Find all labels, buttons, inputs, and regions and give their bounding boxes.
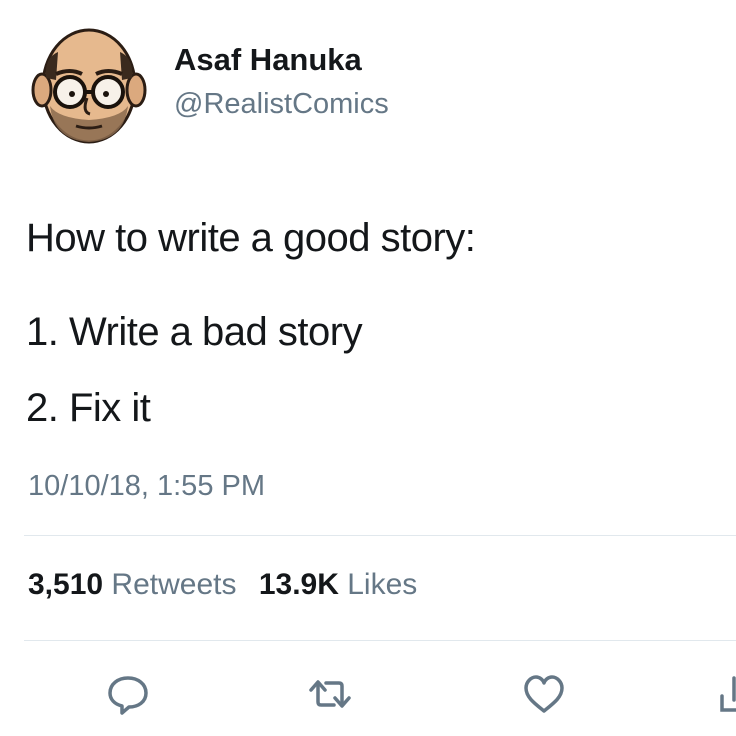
likes-label[interactable]: Likes	[347, 568, 417, 601]
reply-button[interactable]	[104, 670, 152, 718]
like-button[interactable]	[520, 670, 568, 718]
share-button[interactable]	[716, 670, 736, 718]
likes-count[interactable]: 13.9K	[259, 568, 339, 601]
tweet-text-line: 2. Fix it	[26, 386, 151, 430]
tweet-text-line: How to write a good story:	[26, 216, 476, 260]
author-name[interactable]: Asaf Hanuka	[174, 42, 362, 78]
tweet-stats: 3,510 Retweets 13.9K Likes	[28, 568, 431, 602]
like-heart-icon	[524, 675, 564, 713]
divider	[24, 640, 736, 641]
tweet-card: Asaf Hanuka @RealistComics How to write …	[0, 0, 736, 736]
reply-icon	[108, 676, 148, 715]
retweets-count[interactable]: 3,510	[28, 568, 103, 601]
author-handle[interactable]: @RealistComics	[174, 88, 389, 121]
author-avatar[interactable]	[24, 18, 154, 148]
tweet-text-line: 1. Write a bad story	[26, 310, 363, 354]
tweet-timestamp: 10/10/18, 1:55 PM	[28, 470, 265, 502]
share-icon	[720, 676, 736, 712]
divider	[24, 535, 736, 536]
retweets-label[interactable]: Retweets	[111, 568, 236, 601]
retweet-icon	[309, 680, 351, 708]
retweet-button[interactable]	[306, 670, 354, 718]
